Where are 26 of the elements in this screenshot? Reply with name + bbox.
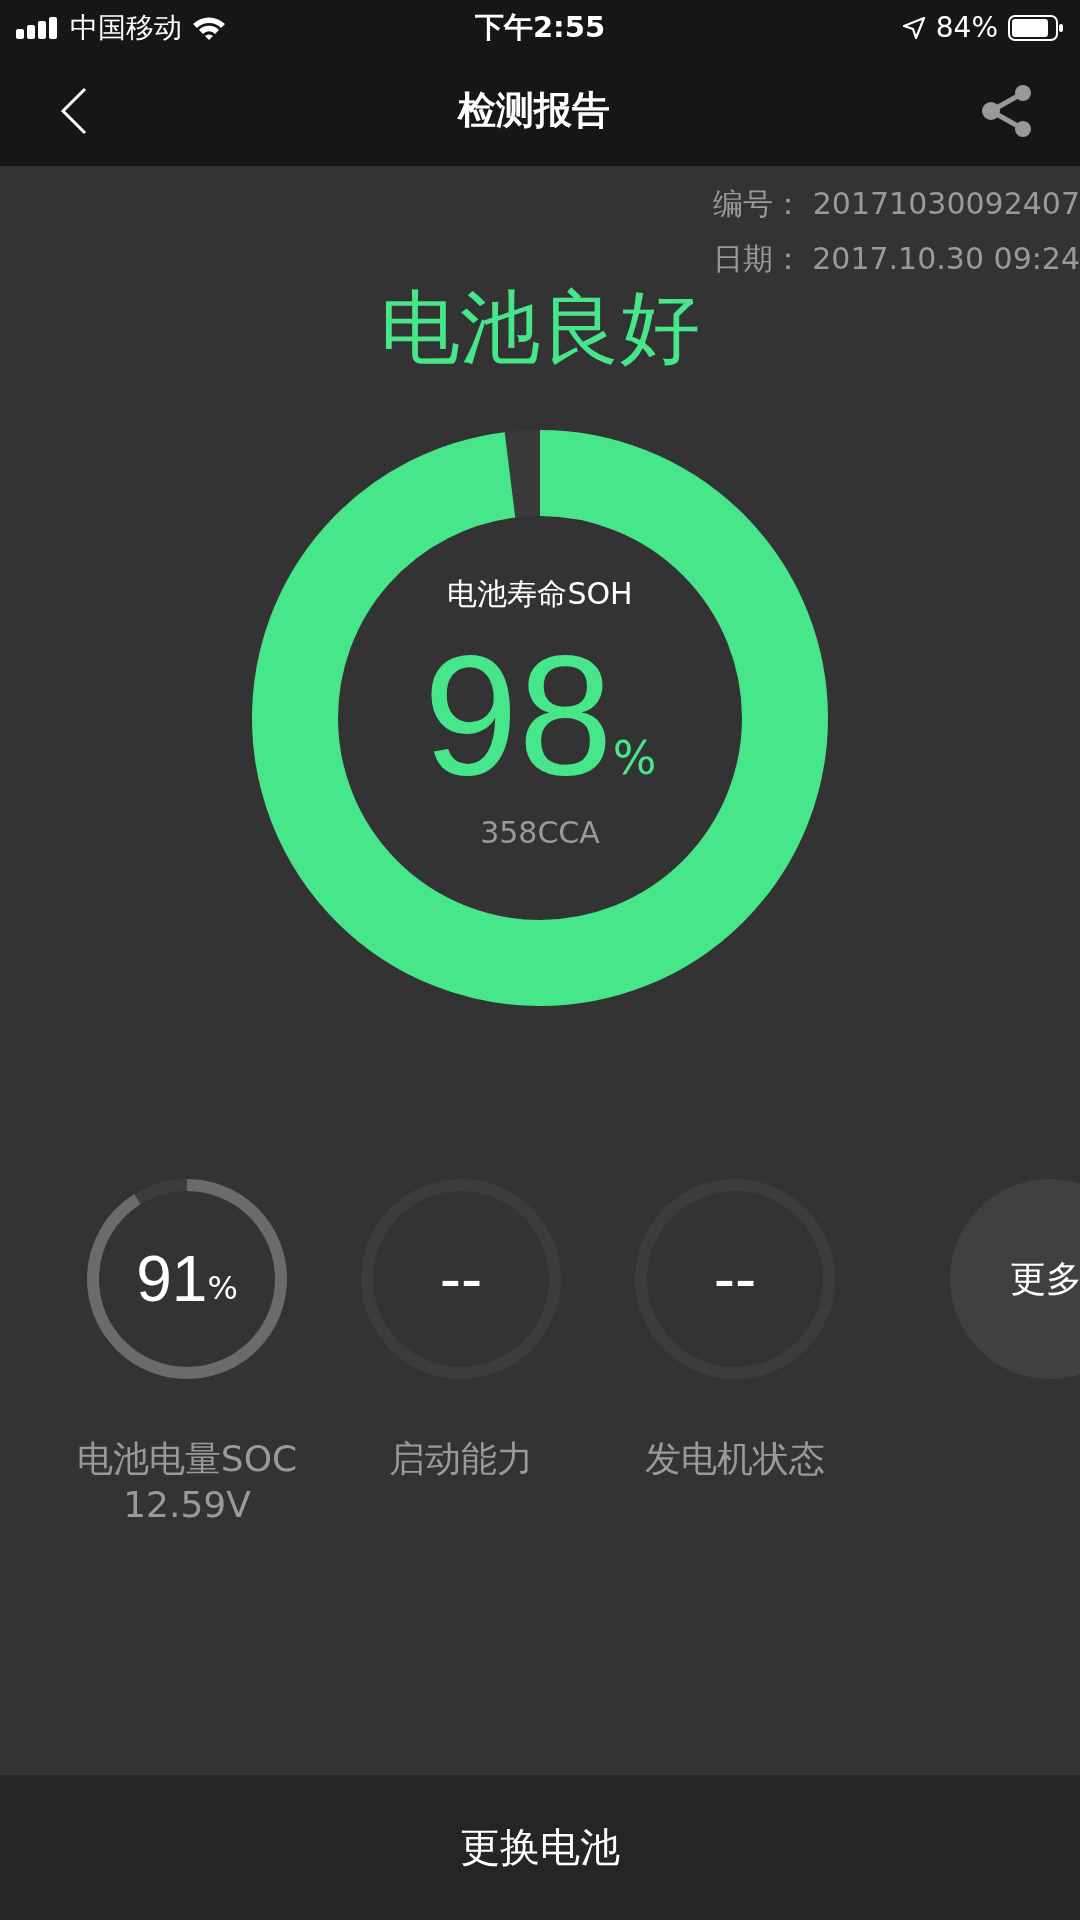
soh-label: 电池寿命SOH [447, 575, 633, 613]
soh-unit: % [612, 731, 657, 785]
gauge-caption: 发电机状态 [645, 1437, 825, 1481]
status-time: 下午2:55 [474, 8, 606, 46]
replace-battery-button[interactable]: 更换电池 [0, 1775, 1080, 1920]
cca-value: 358CCA [480, 815, 600, 850]
battery-icon [1008, 14, 1064, 41]
battery-percent: 84% [935, 11, 998, 44]
wifi-icon [192, 15, 226, 40]
more-button[interactable]: 更多 [950, 1179, 1080, 1379]
gauge-caption: 电池电量SOC [76, 1437, 298, 1481]
back-icon[interactable] [60, 86, 88, 135]
gauge-voltage: 12.59V [123, 1484, 251, 1525]
battery-verdict: 电池良好 [380, 280, 700, 376]
gauge-value: -- [713, 1242, 757, 1316]
gauge-value: -- [439, 1242, 483, 1316]
soh-value: 98 [423, 619, 613, 812]
report-date: 日期： 2017.10.30 09:24 [712, 240, 1080, 278]
signal-icon [16, 16, 60, 39]
gauge-unit: % [207, 1269, 238, 1307]
carrier-name: 中国移动 [70, 9, 182, 46]
report-number: 编号： 20171030092407 [713, 185, 1080, 223]
gauge-caption: 启动能力 [389, 1437, 533, 1481]
page-title: 检测报告 [457, 87, 610, 134]
gauge-value: 91 [136, 1242, 208, 1316]
location-arrow-icon [901, 15, 926, 40]
